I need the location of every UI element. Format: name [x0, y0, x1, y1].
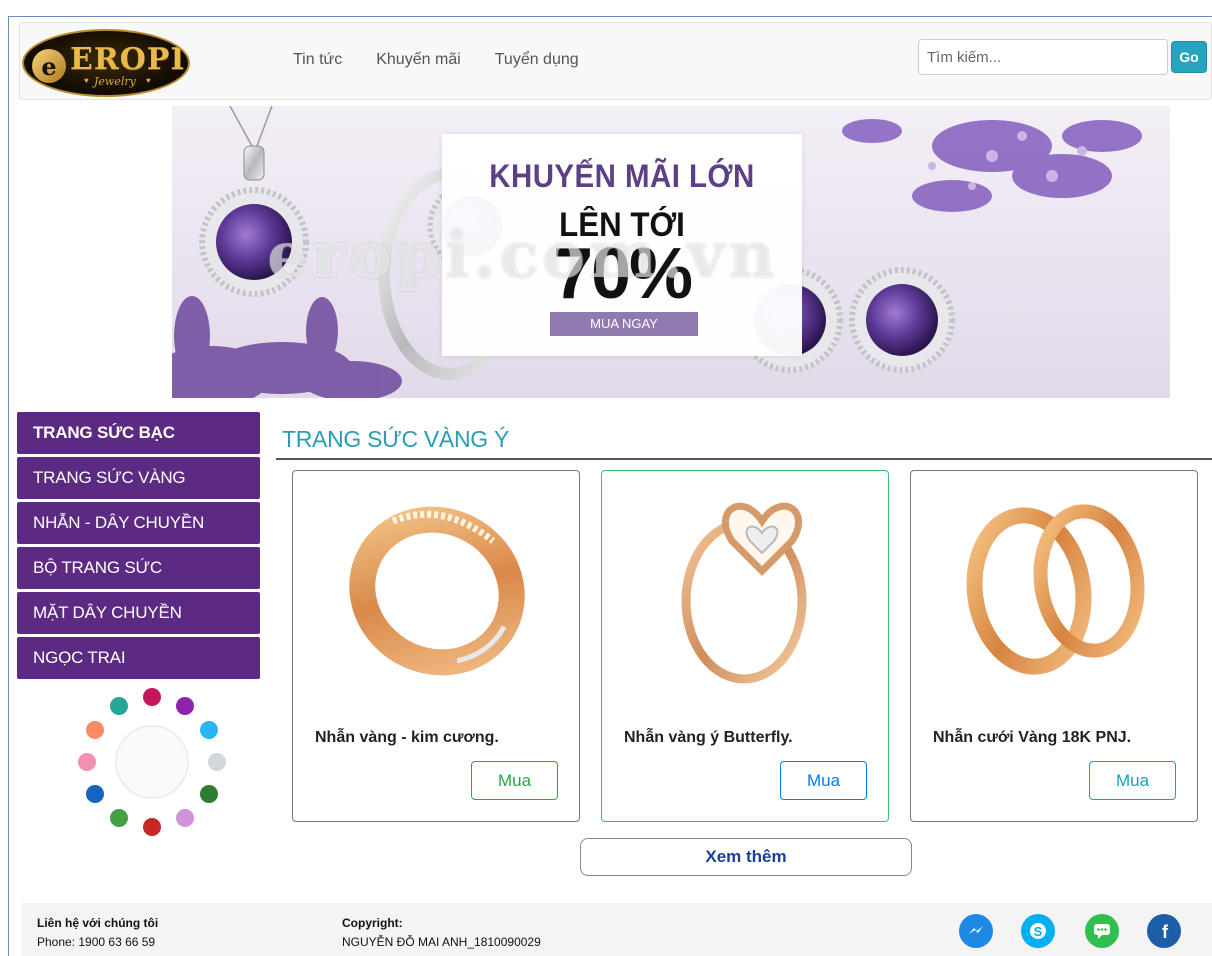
svg-text:f: f — [1162, 922, 1169, 942]
promo-banner[interactable]: KHUYẾN MÃI LỚN LÊN TỚI 70% MUA NGAY erop… — [172, 106, 1170, 398]
main-nav: Tin tức Khuyến mãi Tuyển dụng — [276, 51, 596, 69]
search-input[interactable] — [918, 39, 1168, 75]
nav-khuyen-mai[interactable]: Khuyến mãi — [359, 51, 478, 69]
product-card[interactable]: Nhẫn vàng ý Butterfly. Mua — [601, 470, 889, 822]
facebook-icon[interactable]: f — [1147, 914, 1181, 948]
wedding-ring-pair-image — [966, 504, 1145, 675]
promo-title: KHUYẾN MÃI LỚN — [489, 158, 755, 194]
skype-icon[interactable]: S — [1021, 914, 1055, 948]
sidebar-item-trang-suc-bac[interactable]: TRANG SỨC BẠC — [17, 412, 260, 454]
heart-icon: ♥ — [84, 76, 89, 85]
logo-mark: e — [32, 49, 66, 83]
product-name: Nhẫn vàng ý Butterfly. — [624, 729, 793, 746]
sidebar-item-trang-suc-vang[interactable]: TRANG SỨC VÀNG — [17, 457, 260, 499]
messenger-icon[interactable] — [959, 914, 993, 948]
contact-title: Liên hệ với chúng tôi — [37, 916, 159, 930]
birthstone-wheel-image — [78, 688, 226, 836]
section-title: TRANG SỨC VÀNG Ý — [282, 426, 509, 452]
logo-brand: EROPI — [70, 42, 186, 77]
product-card[interactable]: Nhẫn vàng - kim cương. Mua — [292, 470, 580, 822]
product-name: Nhẫn vàng - kim cương. — [315, 729, 499, 746]
footer: Liên hệ với chúng tôi Phone: 1900 63 66 … — [21, 903, 1212, 956]
chat-icon[interactable] — [1085, 914, 1119, 948]
butterfly-heart-ring-image — [681, 502, 807, 684]
buy-button[interactable]: Mua — [780, 761, 867, 800]
eropi-logo[interactable]: e EROPI ♥ Jewelry ♥ — [22, 29, 190, 97]
gold-diamond-ring-image — [349, 506, 525, 676]
copyright-text: NGUYỄN ĐỖ MAI ANH_1810090029 — [342, 935, 541, 949]
heart-icon: ♥ — [146, 76, 151, 85]
section-divider — [276, 458, 1212, 460]
buy-now-button[interactable]: MUA NGAY — [550, 312, 698, 336]
category-sidebar: TRANG SỨC BẠC TRANG SỨC VÀNG NHẪN - DÂY … — [17, 412, 260, 836]
view-more-button[interactable]: Xem thêm — [580, 838, 912, 876]
copyright-title: Copyright: — [342, 916, 403, 930]
watermark-text: eropi.com.vn — [267, 218, 779, 293]
contact-phone: Phone: 1900 63 66 59 — [37, 935, 156, 949]
product-card[interactable]: Nhẫn cưới Vàng 18K PNJ. Mua — [910, 470, 1198, 822]
sidebar-item-bo-trang-suc[interactable]: BỘ TRANG SỨC — [17, 547, 260, 589]
sidebar-item-nhan-day-chuyen[interactable]: NHẪN - DÂY CHUYỀN — [17, 502, 260, 544]
product-name: Nhẫn cưới Vàng 18K PNJ. — [933, 729, 1132, 746]
sidebar-item-ngoc-trai[interactable]: NGỌC TRAI — [17, 637, 260, 679]
search-go-button[interactable]: Go — [1171, 41, 1207, 73]
header-bar: e EROPI ♥ Jewelry ♥ Tin tức Khuyến mãi T… — [19, 22, 1212, 100]
buy-button[interactable]: Mua — [1089, 761, 1176, 800]
buy-button[interactable]: Mua — [471, 761, 558, 800]
logo-tagline: Jewelry — [94, 75, 136, 88]
sidebar-item-mat-day-chuyen[interactable]: MẶT DÂY CHUYỀN — [17, 592, 260, 634]
nav-tin-tuc[interactable]: Tin tức — [276, 51, 359, 69]
nav-tuyen-dung[interactable]: Tuyển dụng — [478, 51, 596, 69]
svg-text:S: S — [1034, 924, 1043, 939]
